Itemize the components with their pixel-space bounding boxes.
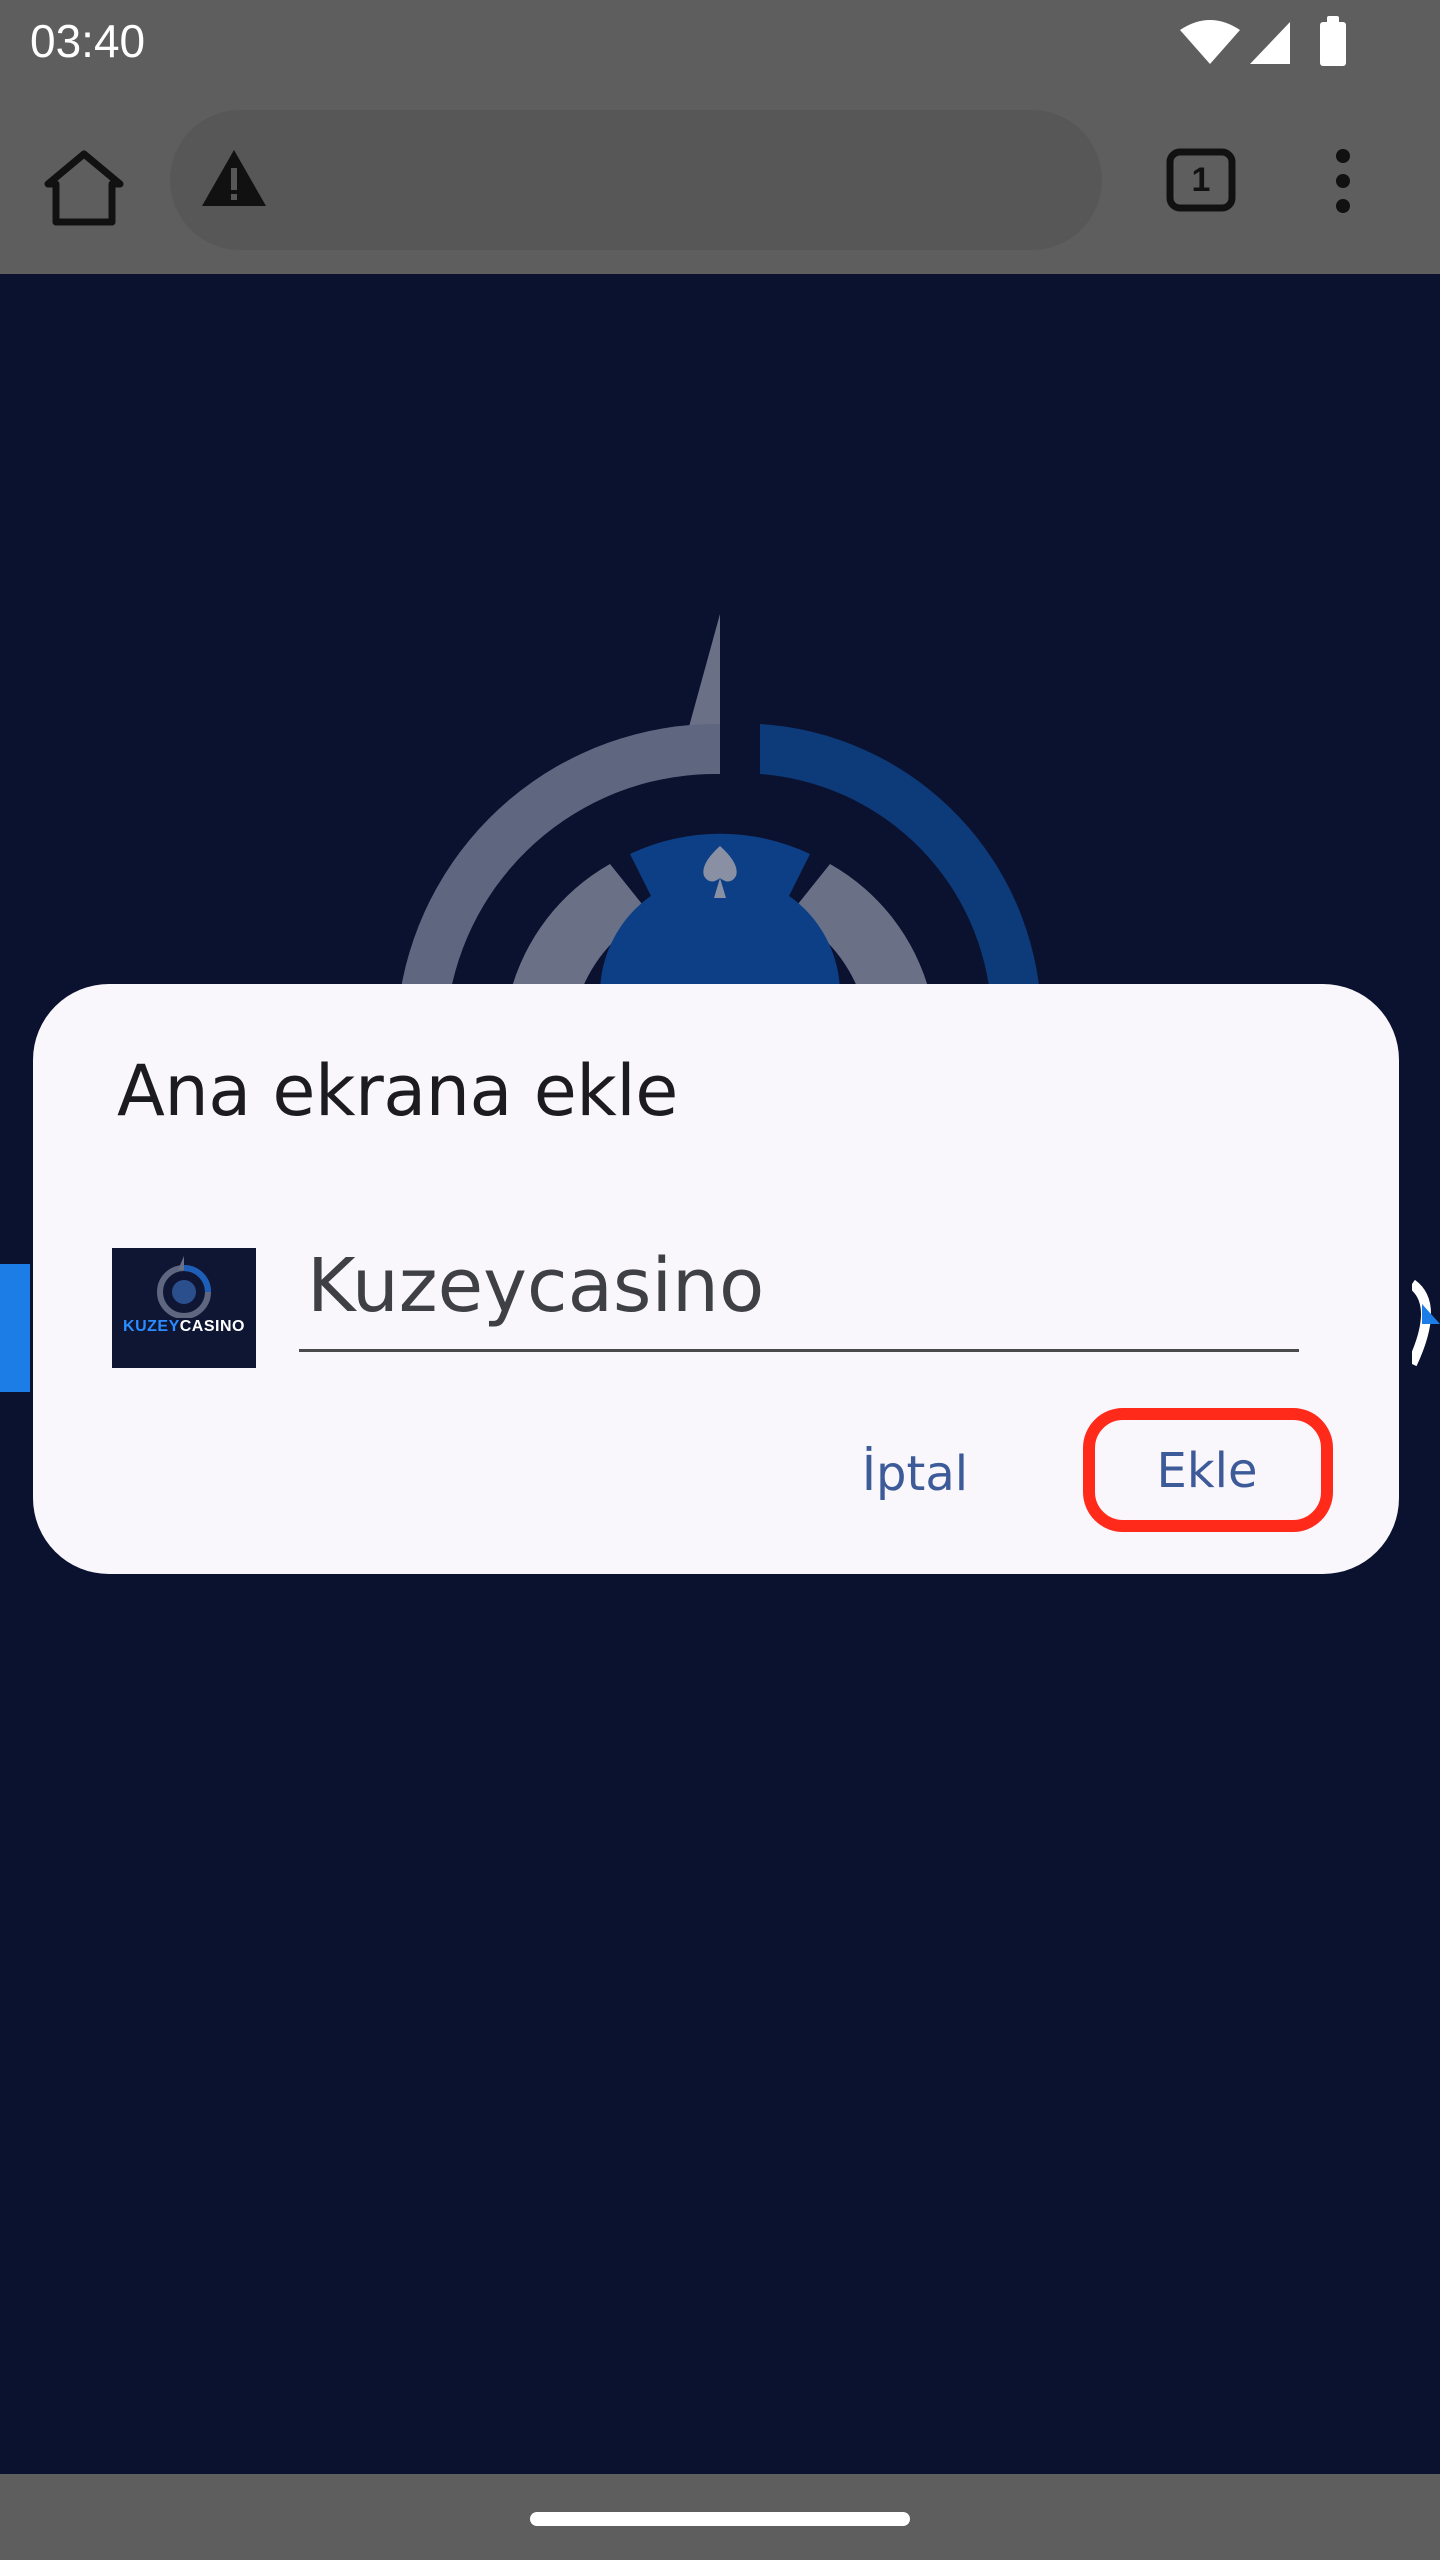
- home-icon[interactable]: [42, 146, 126, 230]
- dialog-title: Ana ekrana ekle: [117, 1050, 678, 1132]
- navigation-bar: [0, 2474, 1440, 2560]
- cancel-button[interactable]: İptal: [795, 1424, 1035, 1524]
- app-icon-label: KUZEYCASINO: [112, 1318, 256, 1336]
- wifi-icon: [1180, 20, 1240, 64]
- app-icon-label-part1: KUZEY: [123, 1318, 180, 1335]
- status-bar: 03:40: [0, 0, 1440, 86]
- add-button[interactable]: Ekle: [1087, 1412, 1327, 1530]
- tab-switcher-button[interactable]: 1: [1166, 148, 1236, 212]
- browser-toolbar: 1: [0, 86, 1440, 274]
- app-icon: KUZEYCASINO: [112, 1248, 256, 1368]
- status-icons: [1180, 16, 1346, 66]
- app-icon-label-part2: CASINO: [179, 1318, 245, 1335]
- add-to-home-dialog: Ana ekrana ekle KUZEYCASINO İptal Ekle: [33, 984, 1399, 1574]
- signal-icon: [1250, 22, 1290, 64]
- more-vert-icon[interactable]: [1318, 146, 1368, 216]
- warning-icon[interactable]: [200, 148, 268, 208]
- shortcut-name-input[interactable]: [299, 1222, 1299, 1352]
- battery-icon: [1320, 16, 1346, 66]
- tab-count: 1: [1191, 160, 1211, 199]
- app-logo-icon: [157, 1256, 211, 1319]
- address-bar[interactable]: [170, 110, 1102, 250]
- status-time: 03:40: [30, 15, 146, 67]
- gesture-handle[interactable]: [530, 2512, 910, 2526]
